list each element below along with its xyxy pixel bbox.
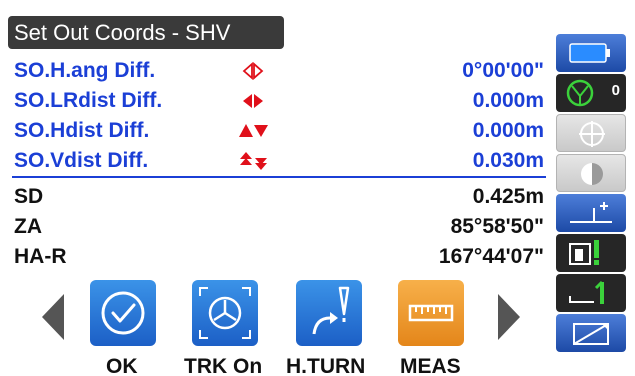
row-value: 0.000m — [472, 89, 544, 112]
row-label: SO.Vdist Diff. — [14, 149, 149, 172]
memory-card-icon — [569, 240, 599, 265]
target-status[interactable]: 0 — [556, 74, 626, 112]
row-value: 85°58'50" — [450, 215, 544, 238]
row-ha-r: HA-R 167°44'07" — [14, 242, 544, 272]
row-label: HA-R — [14, 245, 67, 268]
row-label: ZA — [14, 215, 42, 238]
meas-label: MEAS — [400, 355, 461, 376]
communication-icon — [573, 323, 609, 345]
row-h-angle-diff: SO.H.ang Diff. 0°00'00" — [14, 56, 544, 86]
up-down-arrows-icon — [239, 124, 268, 137]
check-circle-icon — [101, 291, 145, 335]
screen-title: Set Out Coords - SHV — [8, 16, 284, 49]
set-out-screen: Set Out Coords - SHV SO.H.ang Diff. 0°00… — [0, 0, 635, 376]
row-label: SO.H.ang Diff. — [14, 59, 156, 82]
battery-icon — [569, 43, 610, 63]
tracking-icon — [199, 287, 251, 339]
next-page-arrow-icon[interactable] — [496, 292, 522, 342]
row-label: SO.LRdist Diff. — [14, 89, 163, 112]
row-h-dist-diff: SO.Hdist Diff. 0.000m — [14, 116, 544, 146]
row-v-dist-diff: SO.Vdist Diff. 0.030m — [14, 146, 544, 176]
ok-label: OK — [106, 355, 138, 376]
crosshair-icon — [579, 121, 605, 147]
ok-softkey[interactable] — [90, 280, 156, 346]
memory-status[interactable] — [556, 234, 626, 272]
battery-status[interactable] — [556, 34, 626, 72]
bluetooth-status[interactable] — [556, 314, 626, 352]
softkey-bar: OK TRK On H.TURN MEAS — [0, 270, 540, 376]
meas-softkey[interactable] — [398, 280, 464, 346]
offset-plus-icon — [570, 202, 612, 223]
prev-page-arrow-icon[interactable] — [40, 292, 66, 342]
trk-on-softkey[interactable] — [192, 280, 258, 346]
row-lr-dist-diff: SO.LRdist Diff. 0.000m — [14, 86, 544, 116]
h-angle-diff-icon — [242, 62, 264, 80]
row-value: 0.000m — [472, 119, 544, 142]
h-turn-softkey[interactable] — [296, 280, 362, 346]
ruler-icon — [408, 304, 454, 322]
row-za: ZA 85°58'50" — [14, 212, 544, 242]
half-circle-icon — [581, 163, 603, 185]
lr-arrows-icon — [243, 94, 263, 108]
input-mode-icon — [569, 280, 604, 304]
target-count: 0 — [611, 82, 620, 99]
offset-status[interactable] — [556, 194, 626, 232]
divider — [12, 176, 546, 178]
row-label: SD — [14, 185, 44, 208]
row-value: 0.030m — [472, 149, 544, 172]
input-mode-status[interactable] — [556, 274, 626, 312]
double-up-down-arrows-icon — [240, 152, 267, 170]
row-value: 167°44'07" — [438, 245, 544, 268]
row-label: SO.Hdist Diff. — [14, 119, 150, 142]
trk-on-label: TRK On — [184, 355, 263, 376]
turn-arrow-icon — [312, 286, 350, 335]
crosshair-status[interactable] — [556, 114, 626, 152]
h-turn-label: H.TURN — [286, 355, 366, 376]
row-value: 0°00'00" — [462, 59, 544, 82]
row-value: 0.425m — [472, 185, 544, 208]
tilt-status[interactable] — [556, 154, 626, 192]
row-sd: SD 0.425m — [14, 182, 544, 212]
